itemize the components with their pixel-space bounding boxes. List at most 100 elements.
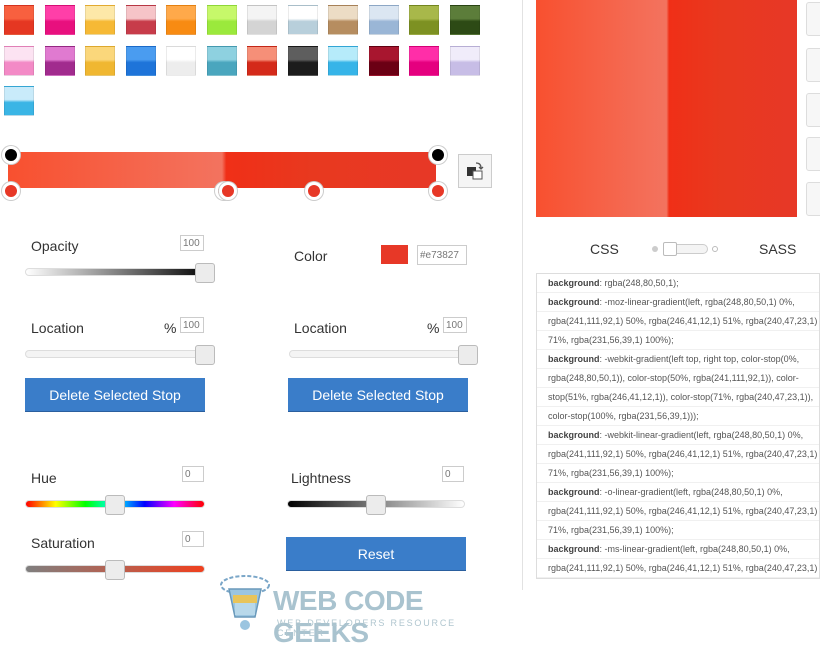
gradient-preset-swatch[interactable] — [166, 45, 196, 76]
gradient-preset-swatch[interactable] — [125, 5, 156, 35]
code-value: : rgba(248,80,50,1); — [599, 278, 679, 288]
location-unit-right: % — [427, 320, 440, 336]
code-value: : -ms-linear-gradient(left, rgba(248,80,… — [599, 544, 790, 554]
lightness-slider-handle[interactable] — [366, 495, 386, 515]
watermark-title: WEB CODE GEEKS — [273, 585, 424, 648]
opacity-slider-track[interactable] — [25, 268, 211, 276]
gradient-preset-swatch[interactable] — [328, 5, 358, 35]
code-value: : -webkit-linear-gradient(left, rgba(248… — [599, 430, 804, 440]
color-stop-100[interactable] — [429, 182, 447, 200]
color-hex-input[interactable]: #e73827 — [417, 245, 467, 265]
css-toggle-label[interactable]: CSS — [590, 241, 619, 257]
delete-stop-button-right[interactable]: Delete Selected Stop — [288, 378, 468, 412]
gradient-preset-swatch[interactable] — [206, 5, 237, 35]
toggle-dot-right — [712, 246, 718, 252]
gradient-preset-swatch[interactable] — [449, 45, 480, 76]
code-value: : -webkit-gradient(left top, right top, … — [599, 354, 800, 364]
swap-stops-button[interactable] — [458, 154, 492, 188]
gradient-preset-swatch[interactable] — [368, 5, 399, 35]
code-line: background: -o-linear-gradient(left, rgb… — [537, 483, 819, 502]
location-slider-track-right[interactable] — [289, 350, 475, 358]
hue-label: Hue — [31, 470, 57, 486]
code-value: color-stop(100%, rgba(231,56,39,1))); — [548, 411, 699, 421]
location-label-right: Location — [294, 320, 347, 336]
code-line: 71%, rgba(231,56,39,1) 100%); — [537, 331, 819, 350]
lightness-value-input[interactable]: 0 — [442, 466, 464, 482]
code-line: 71%, rgba(231,56,39,1) 100%); — [537, 578, 819, 579]
gradient-preset-swatch[interactable] — [166, 5, 196, 35]
code-line: color-stop(100%, rgba(231,56,39,1))); — [537, 407, 819, 426]
gradient-preset-swatch[interactable] — [44, 45, 75, 76]
color-stop-51[interactable] — [219, 182, 237, 200]
gradient-preset-swatch[interactable] — [247, 45, 277, 76]
gradient-preset-swatch[interactable] — [85, 45, 115, 76]
code-value: rgba(241,111,92,1) 50%, rgba(246,41,12,1… — [548, 316, 818, 326]
saturation-slider-handle[interactable] — [105, 560, 125, 580]
gradient-preset-swatch[interactable] — [449, 5, 480, 35]
opacity-stop-right[interactable] — [429, 146, 447, 164]
hue-slider-handle[interactable] — [105, 495, 125, 515]
code-value: 71%, rgba(231,56,39,1) 100%); — [548, 468, 674, 478]
opacity-slider-handle[interactable] — [195, 263, 215, 283]
code-value: rgba(241,111,92,1) 50%, rgba(246,41,12,1… — [548, 563, 818, 573]
color-stop-71[interactable] — [305, 182, 323, 200]
code-line: rgba(241,111,92,1) 50%, rgba(246,41,12,1… — [537, 445, 819, 464]
location-slider-track-left[interactable] — [25, 350, 213, 358]
css-sass-toggle-knob[interactable] — [663, 242, 677, 256]
gradient-preset-swatch[interactable] — [4, 45, 34, 76]
code-line: rgba(248,80,50,1)), color-stop(50%, rgba… — [537, 369, 819, 388]
color-stop-0[interactable] — [2, 182, 20, 200]
code-value: 71%, rgba(231,56,39,1) 100%); — [548, 525, 674, 535]
panel-divider — [522, 0, 523, 590]
gradient-preset-swatch[interactable] — [328, 45, 358, 76]
side-tab-2[interactable] — [806, 48, 820, 82]
gradient-preset-swatch[interactable] — [368, 45, 399, 76]
gradient-preset-swatch[interactable] — [247, 5, 277, 35]
code-line: stop(51%, rgba(246,41,12,1)), color-stop… — [537, 388, 819, 407]
color-label: Color — [294, 248, 328, 264]
color-swatch[interactable] — [381, 245, 408, 264]
geek-logo-icon — [220, 575, 270, 630]
opacity-stop-left[interactable] — [2, 146, 20, 164]
saturation-value-input[interactable]: 0 — [182, 531, 204, 547]
code-line: 71%, rgba(231,56,39,1) 100%); — [537, 521, 819, 540]
toggle-dot-left — [652, 246, 658, 252]
code-value: 71%, rgba(231,56,39,1) 100%); — [548, 335, 674, 345]
delete-stop-button-left[interactable]: Delete Selected Stop — [25, 378, 205, 412]
code-value: stop(51%, rgba(246,41,12,1)), color-stop… — [548, 392, 814, 402]
location-value-input-left[interactable]: 100 — [180, 317, 204, 333]
location-unit-left: % — [164, 320, 177, 336]
gradient-preset-swatch[interactable] — [85, 5, 115, 35]
sass-toggle-label[interactable]: SASS — [759, 241, 796, 257]
gradient-preset-swatch[interactable] — [287, 45, 318, 76]
location-label-left: Location — [31, 320, 84, 336]
gradient-preset-swatch[interactable] — [409, 45, 439, 76]
code-property: background — [548, 544, 600, 554]
gradient-preset-swatch[interactable] — [409, 5, 439, 35]
gradient-preset-swatch[interactable] — [206, 45, 237, 76]
code-line: background: -ms-linear-gradient(left, rg… — [537, 540, 819, 559]
side-tab-1[interactable] — [806, 2, 820, 36]
web-code-geeks-logo: WEB CODE GEEKS WEB DEVELOPERS RESOURCE C… — [215, 565, 465, 648]
css-code-output[interactable]: background: rgba(248,80,50,1); background… — [536, 273, 820, 579]
side-tab-5[interactable] — [806, 182, 820, 216]
hue-value-input[interactable]: 0 — [182, 466, 204, 482]
gradient-preset-swatch[interactable] — [4, 86, 34, 116]
location-value-input-right[interactable]: 100 — [443, 317, 467, 333]
side-tab-4[interactable] — [806, 137, 820, 171]
code-line: rgba(241,111,92,1) 50%, rgba(246,41,12,1… — [537, 559, 819, 578]
location-slider-handle-right[interactable] — [458, 345, 478, 365]
gradient-preset-swatch[interactable] — [287, 5, 318, 35]
code-value: : -moz-linear-gradient(left, rgba(248,80… — [599, 297, 795, 307]
code-line: background: rgba(248,80,50,1); — [537, 274, 819, 293]
opacity-value-input[interactable]: 100 — [180, 235, 204, 251]
gradient-preset-swatch[interactable] — [4, 5, 34, 35]
code-property: background — [548, 278, 600, 288]
code-line: background: -moz-linear-gradient(left, r… — [537, 293, 819, 312]
gradient-preset-swatch[interactable] — [44, 5, 75, 35]
code-value: : -o-linear-gradient(left, rgba(248,80,5… — [599, 487, 783, 497]
code-line: background: -webkit-linear-gradient(left… — [537, 426, 819, 445]
side-tab-3[interactable] — [806, 93, 820, 127]
location-slider-handle-left[interactable] — [195, 345, 215, 365]
gradient-preset-swatch[interactable] — [125, 45, 156, 76]
